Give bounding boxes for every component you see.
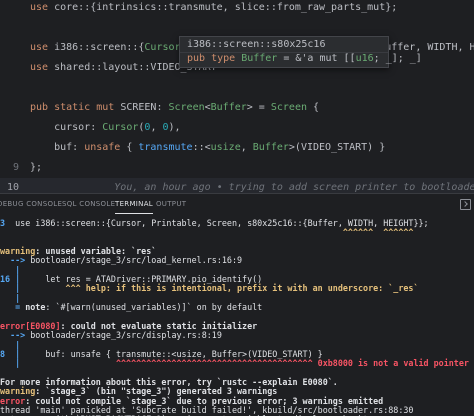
code-token: ),	[168, 122, 181, 133]
signature-token: = &'a mut [[	[277, 53, 356, 64]
code-token: SCREEN	[120, 102, 157, 113]
code-token: Buffer	[252, 142, 289, 153]
code-token: usize	[210, 142, 241, 153]
code-token: {	[306, 102, 320, 113]
code-text: cursor: Cursor(0, 0),	[30, 118, 181, 138]
signature-token: u16	[355, 53, 374, 64]
code-token: use	[30, 42, 55, 53]
code-token: ,	[240, 142, 253, 153]
code-token: };	[30, 162, 43, 173]
code-token: :	[156, 102, 169, 113]
code-text: You, an hour ago • trying to add screen …	[30, 178, 474, 193]
line-number: 10	[6, 182, 19, 193]
tab-debug-console[interactable]: DEBUG CONSOLE	[0, 194, 62, 214]
code-line[interactable]: pub static mut SCREEN: Screen<Buffer> = …	[0, 98, 474, 118]
code-token: ::<	[192, 142, 211, 153]
code-token: > =	[246, 102, 271, 113]
code-text: buf: unsafe { transmute::<usize, Buffer>…	[30, 138, 385, 158]
code-line[interactable]: cursor: Cursor(0, 0),	[0, 118, 474, 138]
tab-terminal[interactable]: TERMINAL	[115, 194, 153, 214]
code-text: };	[30, 158, 42, 178]
hover-tooltip-signature: pub type Buffer = &'a mut [[u16; _]; _]	[187, 53, 422, 64]
code-line[interactable]: 9};	[0, 158, 474, 178]
code-token: core::{intrinsics::transmute, slice::fro…	[54, 2, 398, 13]
code-token: Screen	[270, 102, 307, 113]
code-line[interactable]: 10 You, an hour ago • trying to add scre…	[0, 178, 474, 193]
line-number: 9	[12, 162, 19, 173]
hover-tooltip: i386::screen::s80x25c16 pub type Buffer …	[179, 36, 422, 68]
hover-tooltip-path: i386::screen::s80x25c16	[187, 39, 326, 50]
code-token: cursor:	[30, 122, 103, 133]
tab-sql-console[interactable]: SQL CONSOLE	[62, 194, 115, 214]
code-token: transmute	[138, 142, 193, 153]
code-token: use	[30, 2, 55, 13]
code-line[interactable]: buf: unsafe { transmute::<usize, Buffer>…	[0, 138, 474, 158]
tab-output[interactable]: OUTPUT	[156, 194, 186, 214]
code-token: pub static mut	[30, 102, 121, 113]
code-token: {	[120, 142, 139, 153]
code-text: use core::{intrinsics::transmute, slice:…	[30, 0, 397, 18]
maximize-panel-icon[interactable]	[460, 199, 471, 210]
code-token: >(VIDEO_START) }	[288, 142, 386, 153]
terminal-output[interactable]: 3 use i386::screen::{Cursor, Printable, …	[0, 214, 474, 416]
code-token: buf:	[30, 142, 85, 153]
code-token: Cursor	[144, 42, 181, 53]
code-token: Cursor	[102, 122, 139, 133]
code-line[interactable]: use core::{intrinsics::transmute, slice:…	[0, 0, 474, 18]
code-editor[interactable]: use core::{intrinsics::transmute, slice:…	[0, 0, 474, 193]
panel-tab-bar: DEBUG CONSOLE SQL CONSOLE TERMINAL OUTPU…	[0, 193, 474, 214]
code-line[interactable]	[0, 18, 474, 38]
code-token: You, an hour ago • trying to add screen …	[114, 182, 474, 193]
code-token: Screen	[168, 102, 205, 113]
code-token: use	[30, 62, 55, 73]
signature-token: ; _]; _]	[373, 53, 422, 64]
code-token: ,	[150, 122, 163, 133]
code-line[interactable]	[0, 78, 474, 98]
code-token: unsafe	[84, 142, 121, 153]
code-token: i386::screen::{	[54, 42, 145, 53]
signature-token: Buffer	[241, 53, 278, 64]
code-token: Buffer	[210, 102, 247, 113]
code-text: pub static mut SCREEN: Screen<Buffer> = …	[30, 98, 319, 118]
signature-token: pub type	[187, 53, 242, 64]
